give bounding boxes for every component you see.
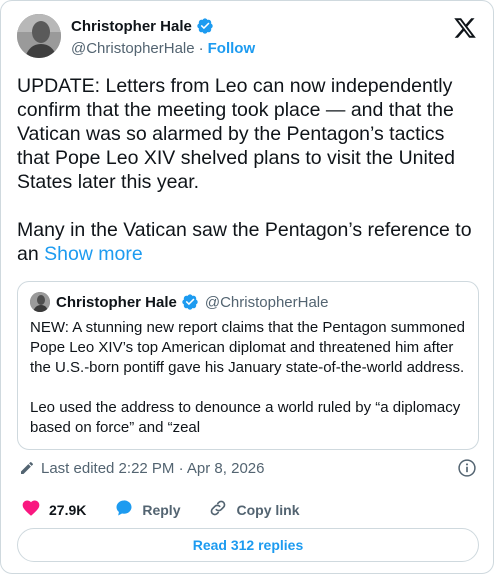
read-replies-button[interactable]: Read 312 replies xyxy=(17,528,479,562)
author-name-row: Christopher Hale xyxy=(71,17,214,35)
like-button[interactable]: 27.9K xyxy=(21,498,86,521)
reply-bubble-icon xyxy=(114,498,134,521)
tweet-text: UPDATE: Letters from Leo can now indepen… xyxy=(17,75,472,265)
separator-dot: · xyxy=(198,40,204,57)
tweet-card: Christopher Hale @ChristopherHale · Foll… xyxy=(0,0,494,574)
link-icon xyxy=(208,498,228,521)
tweet-body: UPDATE: Letters from Leo can now indepen… xyxy=(17,74,479,266)
quoted-tweet[interactable]: Christopher Hale @ChristopherHale NEW: A… xyxy=(17,281,479,450)
x-logo-icon[interactable] xyxy=(453,16,477,40)
author-handle[interactable]: @ChristopherHale xyxy=(71,40,195,57)
like-count: 27.9K xyxy=(49,501,87,518)
author-handle-row: @ChristopherHale · Follow xyxy=(71,40,255,57)
author-name[interactable]: Christopher Hale xyxy=(71,18,192,35)
quoted-author-name: Christopher Hale xyxy=(56,293,177,311)
action-bar: 27.9K Reply Copy link xyxy=(21,498,328,521)
follow-button[interactable]: Follow xyxy=(208,40,256,57)
info-icon[interactable] xyxy=(457,458,477,478)
tweet-header: Christopher Hale @ChristopherHale · Foll… xyxy=(17,12,477,62)
quoted-tweet-header: Christopher Hale @ChristopherHale xyxy=(30,292,328,312)
last-edited-timestamp[interactable]: Last edited 2:22 PM · Apr 8, 2026 xyxy=(41,460,264,477)
reply-label: Reply xyxy=(142,501,181,518)
show-more-link[interactable]: Show more xyxy=(44,243,143,265)
reply-button[interactable]: Reply xyxy=(114,498,180,521)
quoted-avatar xyxy=(30,292,50,312)
copy-link-button[interactable]: Copy link xyxy=(208,498,300,521)
verified-badge-icon xyxy=(196,17,214,35)
quoted-tweet-text: NEW: A stunning new report claims that t… xyxy=(30,319,465,436)
tweet-meta: Last edited 2:22 PM · Apr 8, 2026 xyxy=(19,457,477,479)
heart-icon xyxy=(21,498,41,521)
quoted-author-handle: @ChristopherHale xyxy=(204,293,329,311)
avatar[interactable] xyxy=(17,14,61,58)
pencil-icon xyxy=(19,460,35,476)
verified-badge-icon xyxy=(181,293,199,311)
copy-link-label: Copy link xyxy=(236,501,300,518)
